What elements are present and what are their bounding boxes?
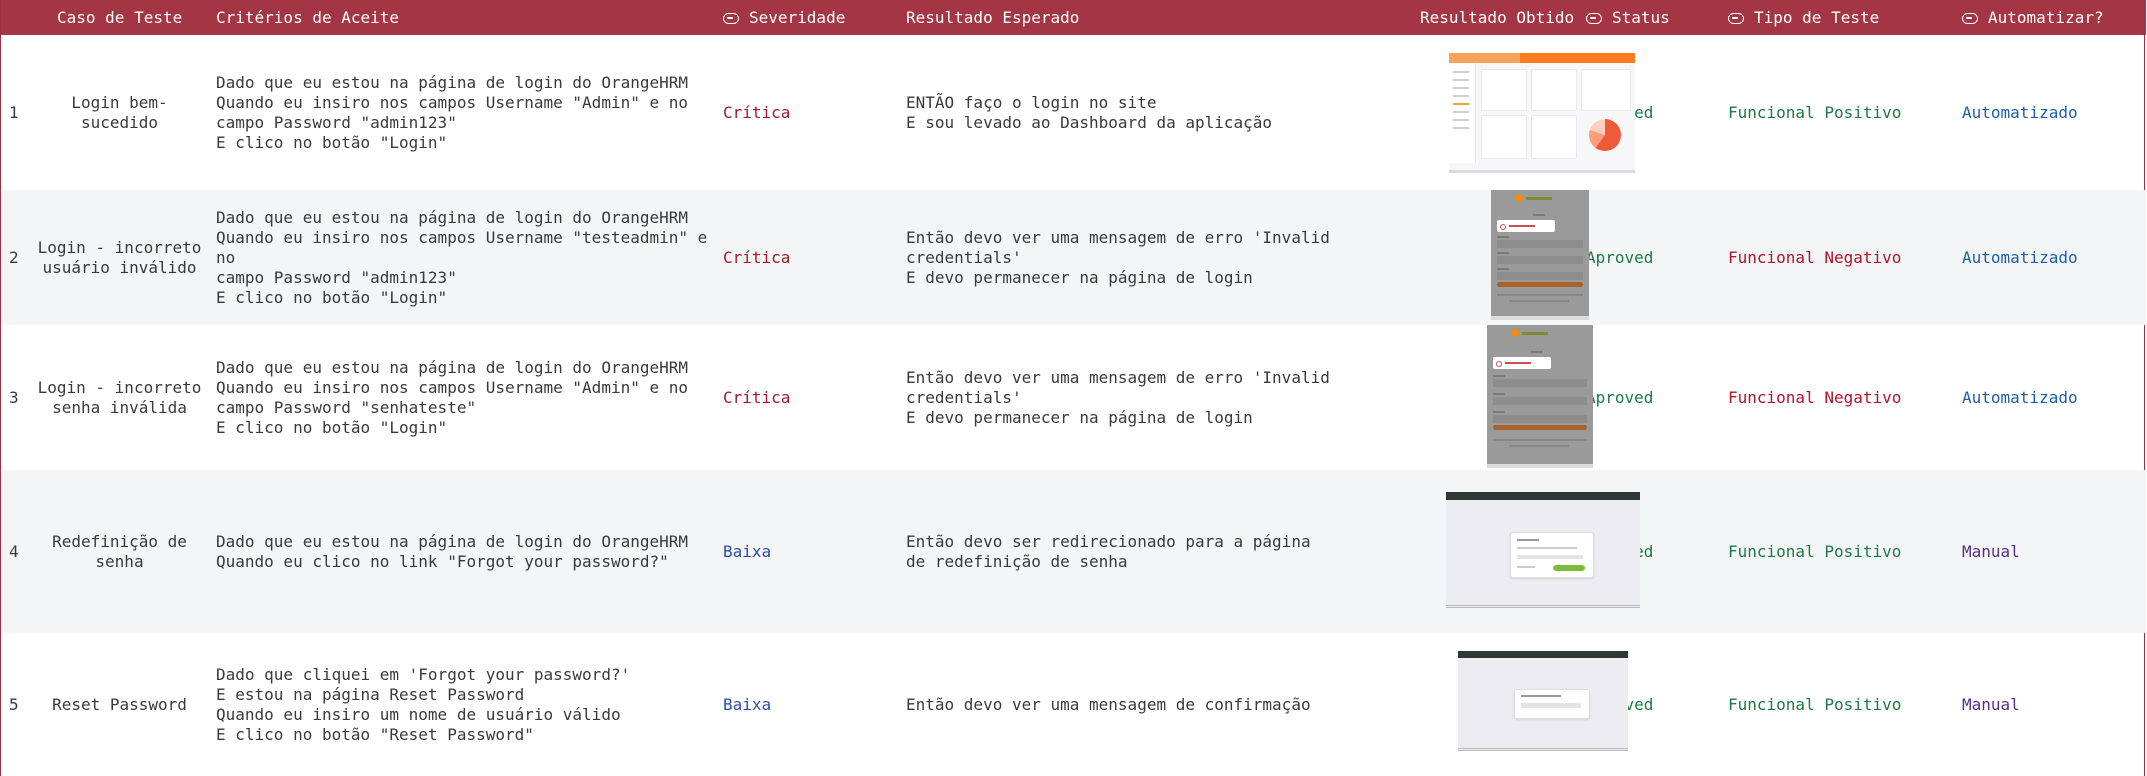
obtained-result-cell: [1350, 35, 1635, 190]
reset-password-screenshot-thumbnail[interactable]: [1458, 651, 1628, 751]
test-case-name: Login - incorreto senha inválida: [37, 377, 202, 417]
row-number: 1: [9, 102, 19, 122]
table-header-row: Caso de Teste Critérios de Aceite Severi…: [1, 0, 2146, 35]
acceptance-criteria: Dado que eu estou na página de login do …: [216, 531, 689, 571]
header-tipo[interactable]: Tipo de Teste: [1728, 0, 1962, 35]
table-row[interactable]: 4 Redefinição de senha Dado que eu estou…: [1, 470, 2146, 633]
automation-value: Automatizado: [1962, 102, 2078, 122]
automation-value: Automatizado: [1962, 247, 2078, 267]
test-type-value: Funcional Positivo: [1728, 102, 1902, 122]
header-automatizar[interactable]: Automatizar?: [1962, 0, 2146, 35]
obtained-result-cell: [1350, 633, 1628, 776]
test-case-name: Reset Password: [52, 694, 187, 714]
severity-value: Crítica: [723, 387, 791, 407]
forgot-password-screenshot-thumbnail[interactable]: [1446, 492, 1640, 608]
row-number: 4: [9, 541, 19, 561]
select-column-icon: [1962, 13, 1978, 24]
header-tipo-label: Tipo de Teste: [1754, 8, 1880, 27]
header-severidade-label: Severidade: [749, 8, 846, 27]
expected-result: Então devo ver uma mensagem de erro 'Inv…: [906, 367, 1330, 427]
row-number: 5: [9, 694, 19, 714]
test-type-value: Funcional Negativo: [1728, 247, 1902, 267]
dashboard-screenshot-thumbnail[interactable]: [1449, 53, 1635, 173]
test-case-name: Redefinição de senha: [52, 531, 187, 571]
select-column-icon: [1586, 13, 1602, 24]
header-caso[interactable]: Caso de Teste: [23, 0, 216, 35]
login-error-screenshot-thumbnail[interactable]: [1491, 190, 1589, 320]
automation-value: Manual: [1962, 541, 2020, 561]
automation-value: Automatizado: [1962, 387, 2078, 407]
acceptance-criteria: Dado que cliquei em 'Forgot your passwor…: [216, 664, 631, 744]
header-status[interactable]: Status: [1586, 0, 1728, 35]
row-number: 2: [9, 247, 19, 267]
test-type-value: Funcional Positivo: [1728, 694, 1902, 714]
header-automatizar-label: Automatizar?: [1988, 8, 2104, 27]
header-resultado-esperado[interactable]: Resultado Esperado: [906, 0, 1350, 35]
acceptance-criteria: Dado que eu estou na página de login do …: [216, 357, 689, 437]
acceptance-criteria: Dado que eu estou na página de login do …: [216, 207, 708, 307]
test-case-table-frame: Caso de Teste Critérios de Aceite Severi…: [0, 0, 2146, 776]
table-row[interactable]: 3 Login - incorreto senha inválida Dado …: [1, 325, 2146, 470]
acceptance-criteria: Dado que eu estou na página de login do …: [216, 72, 689, 152]
table-row[interactable]: 5 Reset Password Dado que cliquei em 'Fo…: [1, 633, 2146, 776]
obtained-result-cell: [1350, 325, 1593, 470]
automation-value: Manual: [1962, 694, 2020, 714]
select-column-icon: [1728, 13, 1744, 24]
test-case-name: Login - incorreto usuário inválido: [37, 237, 202, 277]
severity-value: Baixa: [723, 541, 772, 561]
header-severidade[interactable]: Severidade: [723, 0, 906, 35]
obtained-result-cell: [1350, 470, 1640, 633]
header-criterios[interactable]: Critérios de Aceite: [216, 0, 723, 35]
table-row[interactable]: 1 Login bem- sucedido Dado que eu estou …: [1, 35, 2146, 190]
status-value: Aproved: [1586, 387, 1654, 407]
table-row[interactable]: 2 Login - incorreto usuário inválido Dad…: [1, 190, 2146, 325]
header-num: [1, 0, 23, 35]
row-number: 3: [9, 387, 19, 407]
severity-value: Baixa: [723, 694, 772, 714]
expected-result: Então devo ver uma mensagem de confirmaç…: [906, 694, 1311, 714]
expected-result: Então devo ver uma mensagem de erro 'Inv…: [906, 227, 1330, 287]
header-resultado-obtido[interactable]: Resultado Obtido: [1350, 0, 1586, 35]
select-column-icon: [723, 13, 739, 24]
test-case-table: Caso de Teste Critérios de Aceite Severi…: [1, 0, 2146, 776]
severity-value: Crítica: [723, 247, 791, 267]
header-status-label: Status: [1612, 8, 1670, 27]
status-value: Aproved: [1586, 247, 1654, 267]
obtained-result-cell: [1350, 190, 1589, 325]
login-error-screenshot-thumbnail[interactable]: [1487, 325, 1593, 468]
test-type-value: Funcional Negativo: [1728, 387, 1902, 407]
test-type-value: Funcional Positivo: [1728, 541, 1902, 561]
expected-result: Então devo ser redirecionado para a pági…: [906, 531, 1311, 571]
expected-result: ENTÃO faço o login no site E sou levado …: [906, 92, 1273, 132]
severity-value: Crítica: [723, 102, 791, 122]
test-case-name: Login bem- sucedido: [71, 92, 168, 132]
